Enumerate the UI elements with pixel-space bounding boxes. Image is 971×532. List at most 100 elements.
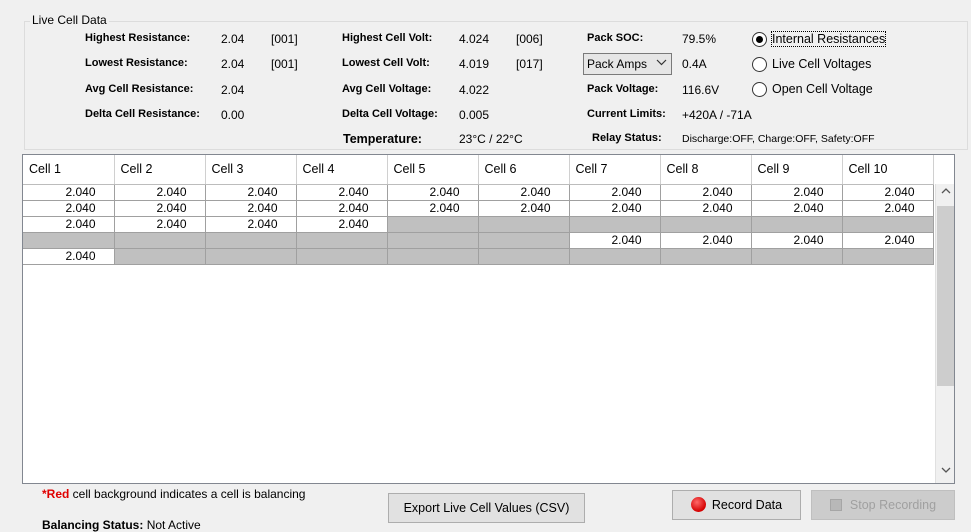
table-cell[interactable]: 2.040 [296,184,388,201]
table-cell[interactable] [114,232,206,249]
radio-unselected-icon [752,57,767,72]
table-cell[interactable]: 2.040 [751,200,843,217]
table-cell[interactable] [387,216,479,233]
balancing-status-value: Not Active [146,518,201,532]
export-csv-label: Export Live Cell Values (CSV) [403,501,570,515]
highest-volt-cell: [006] [516,32,543,46]
table-cell[interactable]: 2.040 [387,184,479,201]
column-header[interactable]: Cell 5 [387,155,479,185]
table-cell[interactable] [23,232,115,249]
current-limits-label: Current Limits: [587,108,666,120]
column-header[interactable]: Cell 4 [296,155,388,185]
lowest-volt-label: Lowest Cell Volt: [342,57,430,69]
balancing-note: *Red cell background indicates a cell is… [42,487,305,501]
export-csv-button[interactable]: Export Live Cell Values (CSV) [388,493,585,523]
cell-data-grid[interactable]: Cell 1 Cell 2 Cell 3 Cell 4 Cell 5 Cell 6 Cell… [22,154,955,484]
table-cell[interactable] [478,232,570,249]
table-cell[interactable]: 2.040 [23,248,115,265]
temperature-label: Temperature: [343,132,422,146]
chevron-down-icon [656,57,667,69]
table-cell[interactable]: 2.040 [23,200,115,217]
table-cell[interactable] [751,248,843,265]
table-cell[interactable]: 2.040 [114,200,206,217]
lowest-resistance-label: Lowest Resistance: [85,57,188,69]
pack-amps-dropdown[interactable]: Pack Amps [583,53,672,75]
table-cell[interactable] [660,248,752,265]
stop-recording-button[interactable]: Stop Recording [811,490,955,520]
table-cell[interactable]: 2.040 [660,232,752,249]
table-cell[interactable]: 2.040 [114,184,206,201]
table-cell[interactable]: 2.040 [296,216,388,233]
table-cell[interactable] [205,232,297,249]
column-header[interactable]: Cell 9 [751,155,843,185]
table-row: 2.040 2.040 2.040 2.040 2.040 2.040 2.040 2.040… [23,184,934,201]
chevron-up-icon[interactable] [936,186,954,198]
stop-recording-label: Stop Recording [849,498,937,512]
table-cell[interactable] [660,216,752,233]
column-header[interactable]: Cell 10 [842,155,934,185]
table-row: 2.040 2.040 2.040 2.040 [23,232,934,249]
column-header[interactable]: Cell 3 [205,155,297,185]
pack-amps-value: 0.4A [682,57,707,71]
table-cell[interactable]: 2.040 [660,184,752,201]
table-cell[interactable]: 2.040 [205,200,297,217]
vertical-scrollbar[interactable] [935,184,954,483]
table-cell[interactable]: 2.040 [387,200,479,217]
table-cell[interactable]: 2.040 [751,232,843,249]
lowest-volt-value: 4.019 [459,57,490,71]
chevron-down-icon[interactable] [936,465,954,477]
table-cell[interactable] [387,232,479,249]
table-cell[interactable]: 2.040 [478,184,570,201]
column-header[interactable]: Cell 1 [23,155,115,185]
radio-unselected-icon [752,82,767,97]
table-cell[interactable]: 2.040 [114,216,206,233]
table-cell[interactable]: 2.040 [23,216,115,233]
table-cell[interactable] [296,248,388,265]
table-cell[interactable]: 2.040 [23,184,115,201]
table-cell[interactable] [842,248,934,265]
table-cell[interactable] [569,248,661,265]
table-cell[interactable]: 2.040 [569,232,661,249]
table-row: 2.040 2.040 2.040 2.040 2.040 2.040 2.040 2.040… [23,200,934,217]
table-cell[interactable]: 2.040 [205,184,297,201]
table-cell[interactable] [478,248,570,265]
radio-label: Open Cell Voltage [772,82,873,96]
table-cell[interactable]: 2.040 [842,232,934,249]
table-cell[interactable] [569,216,661,233]
table-cell[interactable]: 2.040 [478,200,570,217]
table-cell[interactable]: 2.040 [842,200,934,217]
current-limits-value: +420A / -71A [682,108,752,122]
table-cell[interactable] [387,248,479,265]
highest-volt-value: 4.024 [459,32,490,46]
scrollbar-thumb[interactable] [937,206,954,386]
column-header[interactable]: Cell 7 [569,155,661,185]
column-header[interactable]: Cell 8 [660,155,752,185]
table-cell[interactable]: 2.040 [842,184,934,201]
red-circle-icon [690,497,706,512]
table-cell[interactable] [842,216,934,233]
table-cell[interactable]: 2.040 [296,200,388,217]
pack-amps-selected: Pack Amps [587,57,648,71]
table-cell[interactable] [478,216,570,233]
table-cell[interactable]: 2.040 [751,184,843,201]
table-cell[interactable] [751,216,843,233]
cell-table: Cell 1 Cell 2 Cell 3 Cell 4 Cell 5 Cell 6 Cell… [23,155,934,265]
record-data-button[interactable]: Record Data [672,490,801,520]
lowest-volt-cell: [017] [516,57,543,71]
highest-volt-label: Highest Cell Volt: [342,32,433,44]
note-red-word: Red [46,487,70,501]
delta-resistance-label: Delta Cell Resistance: [85,108,200,120]
delta-voltage-label: Delta Cell Voltage: [342,108,438,120]
table-cell[interactable] [114,248,206,265]
table-cell[interactable]: 2.040 [205,216,297,233]
header-row: Cell 1 Cell 2 Cell 3 Cell 4 Cell 5 Cell 6 Cell… [23,155,934,185]
table-cell[interactable]: 2.040 [569,200,661,217]
column-header[interactable]: Cell 6 [478,155,570,185]
table-cell[interactable] [296,232,388,249]
table-cell[interactable] [205,248,297,265]
note-text: cell background indicates a cell is bala… [69,487,306,501]
column-header[interactable]: Cell 2 [114,155,206,185]
table-cell[interactable]: 2.040 [660,200,752,217]
radio-label: Internal Resistances [770,31,887,47]
table-cell[interactable]: 2.040 [569,184,661,201]
